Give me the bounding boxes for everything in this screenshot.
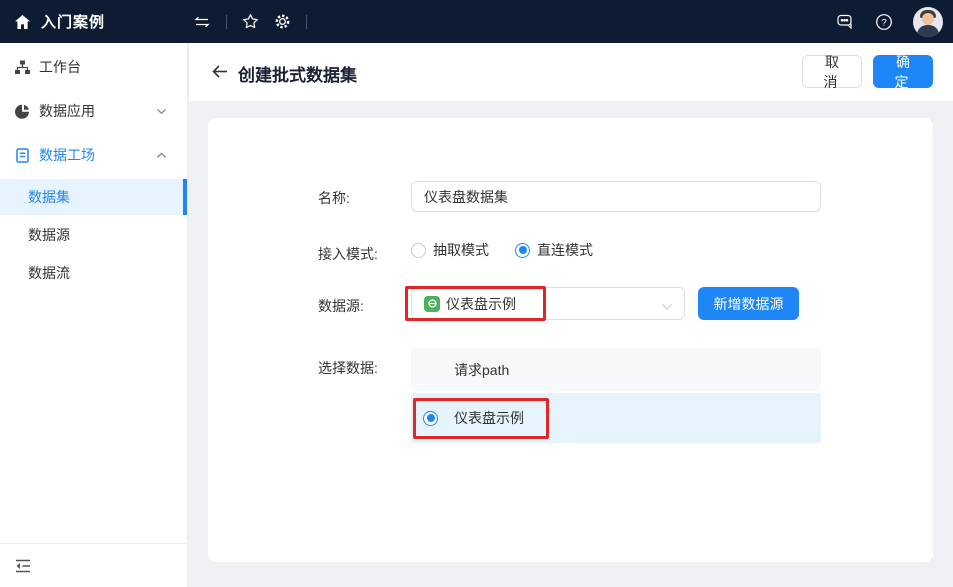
row-radio-selected-icon[interactable]: [423, 411, 438, 426]
svg-text:?: ?: [881, 17, 886, 28]
sidebar-item-data-factory[interactable]: 数据工场: [0, 133, 187, 177]
access-mode-label: 接入模式:: [318, 244, 378, 264]
app-screen: 入门案例 ?: [0, 0, 953, 587]
data-table: 请求path 仪表盘示例: [411, 348, 821, 443]
topbar-user-area: ?: [835, 0, 943, 43]
radio-unselected-icon: [411, 243, 426, 258]
sidebar-item-label: 数据工场: [39, 145, 156, 165]
confirm-button[interactable]: 确定: [873, 55, 933, 88]
collapse-sidebar-icon[interactable]: [14, 558, 32, 574]
user-avatar[interactable]: [913, 7, 943, 37]
sitemap-icon: [14, 59, 31, 76]
name-label: 名称:: [318, 188, 350, 208]
star-icon[interactable]: [242, 13, 259, 30]
topbar-tools: [193, 0, 307, 43]
cancel-button[interactable]: 取消: [802, 55, 862, 88]
add-datasource-button[interactable]: 新增数据源: [698, 287, 799, 320]
page-header: 创建批式数据集 取消 确定: [189, 43, 953, 101]
gear-icon[interactable]: [274, 13, 291, 30]
table-header-label: 请求path: [454, 360, 509, 380]
sidebar-subitem-dataflow[interactable]: 数据流: [0, 255, 187, 291]
radio-option-direct-mode[interactable]: 直连模式: [515, 240, 593, 260]
document-list-icon: [14, 147, 31, 164]
help-icon[interactable]: ?: [875, 13, 893, 31]
select-data-label: 选择数据:: [318, 358, 378, 378]
sidebar: 工作台 数据应用 数据工场 数: [0, 43, 188, 587]
avatar-shoulders: [917, 25, 939, 37]
topbar-title: 入门案例: [41, 11, 105, 32]
chat-icon[interactable]: [835, 12, 855, 31]
table-header: 请求path: [411, 348, 821, 393]
sidebar-item-workbench[interactable]: 工作台: [0, 45, 187, 89]
topbar-divider: [226, 15, 227, 29]
datasource-selected-value: 仪表盘示例: [446, 294, 516, 314]
sidebar-subitem-datasource[interactable]: 数据源: [0, 217, 187, 253]
form-card: 名称: 接入模式: 抽取模式 直连模式 数据源:: [208, 118, 933, 562]
sidebar-footer: [0, 543, 187, 587]
radio-option-extract-mode[interactable]: 抽取模式: [411, 240, 489, 260]
chevron-down-icon: [156, 108, 167, 115]
page-title: 创建批式数据集: [238, 61, 357, 86]
topbar-divider: [306, 15, 307, 29]
chevron-down-icon: [661, 298, 673, 316]
header-actions: 取消 确定: [802, 55, 933, 88]
name-input[interactable]: [411, 181, 821, 212]
table-row-label: 仪表盘示例: [454, 408, 524, 428]
content-area: 名称: 接入模式: 抽取模式 直连模式 数据源:: [189, 101, 953, 587]
sidebar-menu: 工作台 数据应用 数据工场 数: [0, 43, 187, 291]
radio-selected-icon: [515, 243, 530, 258]
radio-option-label: 直连模式: [537, 240, 593, 260]
sidebar-item-label: 数据应用: [39, 101, 156, 121]
datasource-label: 数据源:: [318, 296, 364, 316]
sidebar-subitem-label: 数据流: [28, 263, 70, 283]
table-row[interactable]: 仪表盘示例: [411, 393, 821, 443]
pie-chart-icon: [14, 103, 31, 120]
radio-option-label: 抽取模式: [433, 240, 489, 260]
home-icon: [14, 14, 31, 30]
top-bar: 入门案例 ?: [0, 0, 953, 43]
access-mode-radio-group: 抽取模式 直连模式: [411, 239, 593, 261]
sidebar-subitem-label: 数据源: [28, 225, 70, 245]
topbar-home[interactable]: 入门案例: [14, 0, 105, 43]
sidebar-subitem-dataset[interactable]: 数据集: [0, 179, 187, 215]
datasource-type-icon: [424, 296, 440, 312]
main-area: 创建批式数据集 取消 确定 名称: 接入模式: 抽取模式: [189, 43, 953, 587]
back-arrow-icon[interactable]: [210, 63, 230, 80]
avatar-face: [922, 13, 934, 25]
chevron-up-icon: [156, 152, 167, 159]
datasource-select[interactable]: 仪表盘示例: [411, 287, 685, 320]
swap-icon[interactable]: [193, 14, 211, 30]
sidebar-item-data-app[interactable]: 数据应用: [0, 89, 187, 133]
sidebar-item-label: 工作台: [39, 57, 187, 77]
sidebar-subitem-label: 数据集: [28, 187, 70, 207]
